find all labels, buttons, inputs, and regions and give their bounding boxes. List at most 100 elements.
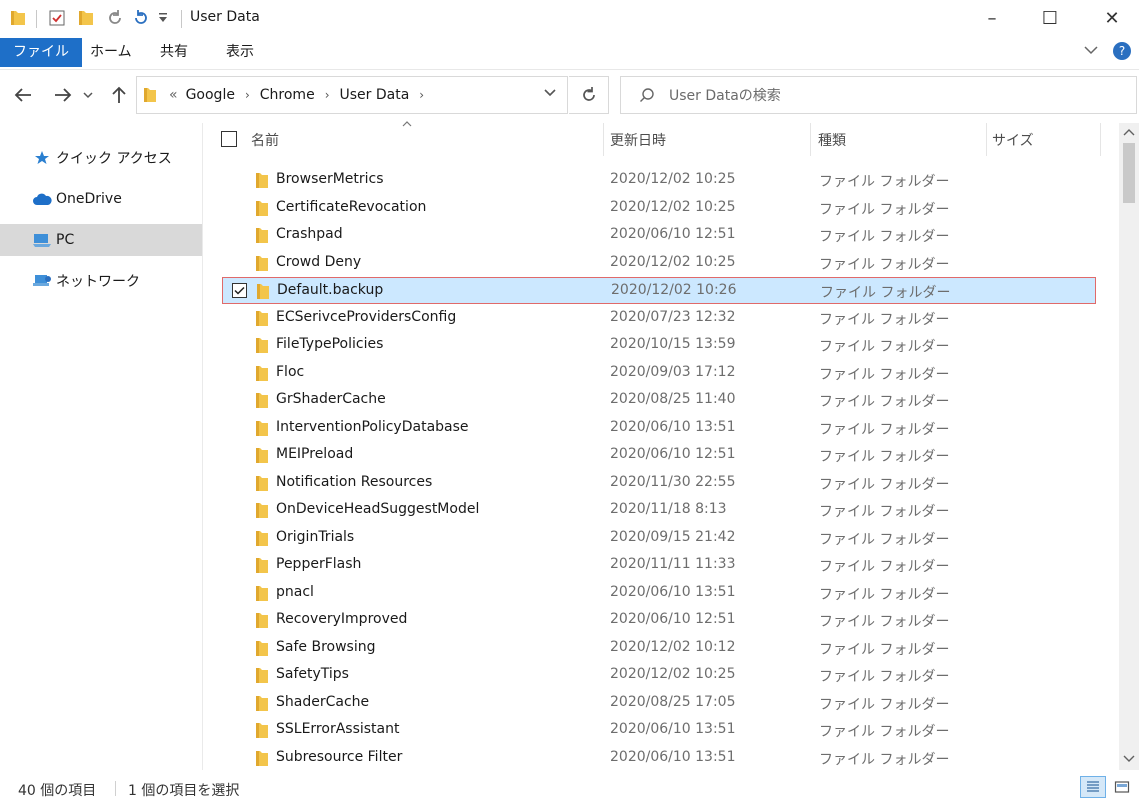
address-history-icon[interactable]	[543, 86, 557, 102]
details-view-button[interactable]	[1080, 776, 1106, 798]
file-row[interactable]: OnDeviceHeadSuggestModel 2020/11/18 8:13 フ…	[222, 497, 1096, 524]
file-date: 2020/06/10 12:51	[610, 611, 736, 627]
breadcrumb-chrome[interactable]: Chrome	[256, 87, 319, 103]
redo-icon[interactable]	[106, 9, 124, 31]
tab-view[interactable]: 表示	[212, 38, 268, 67]
file-type: ファイル フォルダー	[819, 724, 950, 740]
tab-home[interactable]: ホーム	[76, 38, 146, 67]
file-name[interactable]: pnacl	[276, 584, 314, 600]
file-name[interactable]: Crowd Deny	[276, 254, 361, 270]
file-name[interactable]: PepperFlash	[276, 556, 361, 572]
file-row[interactable]: Floc 2020/09/03 17:12 ファイル フォルダー	[222, 360, 1096, 387]
file-name[interactable]: Safe Browsing	[276, 639, 375, 655]
file-name[interactable]: SafetyTips	[276, 666, 349, 682]
breadcrumb-overflow[interactable]: «	[165, 87, 182, 103]
search-input[interactable]: User Dataの検索	[669, 85, 781, 105]
file-name[interactable]: ECSerivceProvidersConfig	[276, 309, 456, 325]
file-date: 2020/06/10 13:51	[610, 748, 736, 765]
close-button[interactable]: ✕	[1089, 0, 1135, 36]
file-name[interactable]: Notification Resources	[276, 474, 432, 490]
address-bar[interactable]: « Google › Chrome › User Data ›	[136, 76, 568, 114]
file-name[interactable]: BrowserMetrics	[276, 171, 384, 187]
file-row[interactable]: SafetyTips 2020/12/02 10:25 ファイル フォルダー	[222, 662, 1096, 689]
file-row[interactable]: Safe Browsing 2020/12/02 10:12 ファイル フォルダー	[222, 635, 1096, 662]
recent-locations-button[interactable]	[80, 82, 96, 108]
help-icon[interactable]: ?	[1113, 42, 1131, 60]
customize-toolbar-icon[interactable]	[158, 12, 168, 28]
chevron-right-icon[interactable]: ›	[239, 88, 256, 102]
file-name[interactable]: GrShaderCache	[276, 391, 386, 407]
row-checkbox[interactable]	[232, 283, 247, 298]
file-name[interactable]: OnDeviceHeadSuggestModel	[276, 501, 479, 517]
file-name[interactable]: InterventionPolicyDatabase	[276, 419, 469, 435]
file-row[interactable]: SSLErrorAssistant 2020/06/10 13:51 ファイル フォ…	[222, 717, 1096, 744]
close-icon: ✕	[1104, 7, 1120, 29]
column-header-date[interactable]: 更新日時	[610, 123, 810, 156]
column-header-type[interactable]: 種類	[818, 123, 986, 156]
scroll-up-icon[interactable]	[1123, 128, 1135, 139]
file-name[interactable]: Default.backup	[277, 282, 383, 298]
file-row[interactable]: InterventionPolicyDatabase 2020/06/10 13:…	[222, 415, 1096, 442]
back-button[interactable]	[10, 82, 36, 108]
status-bar: 40 個の項目 1 個の項目を選択	[0, 776, 1139, 800]
tab-share[interactable]: 共有	[146, 38, 202, 67]
file-name[interactable]: Crashpad	[276, 226, 343, 242]
file-name[interactable]: Subresource Filter	[276, 749, 402, 765]
scroll-thumb[interactable]	[1123, 143, 1135, 203]
file-name[interactable]: SSLErrorAssistant	[276, 721, 399, 737]
file-name[interactable]: Floc	[276, 364, 304, 380]
file-row[interactable]: BrowserMetrics 2020/12/02 10:25 ファイル フォルダー	[222, 167, 1096, 194]
search-box[interactable]: User Dataの検索	[620, 76, 1137, 114]
breadcrumb-google[interactable]: Google	[182, 87, 239, 103]
file-name[interactable]: FileTypePolicies	[276, 336, 383, 352]
file-row[interactable]: pnacl 2020/06/10 13:51 ファイル フォルダー	[222, 580, 1096, 607]
properties-icon[interactable]	[48, 9, 66, 31]
new-folder-icon[interactable]	[78, 9, 94, 31]
file-type: ファイル フォルダー	[819, 201, 950, 218]
sidebar-item-onedrive[interactable]: OneDrive	[0, 183, 202, 215]
column-header-size[interactable]: サイズ	[992, 123, 1092, 156]
file-name[interactable]: CertificateRevocation	[276, 199, 426, 215]
file-name[interactable]: OriginTrials	[276, 529, 354, 545]
vertical-scrollbar[interactable]	[1119, 123, 1139, 770]
large-icons-view-button[interactable]	[1109, 776, 1135, 798]
file-row[interactable]: Subresource Filter 2020/06/10 13:51 ファイル フ…	[222, 745, 1096, 772]
file-date: 2020/11/30 22:55	[610, 473, 736, 490]
up-button[interactable]	[106, 82, 132, 108]
file-name[interactable]: MEIPreload	[276, 446, 353, 462]
sidebar-item-pc[interactable]: PC	[0, 224, 202, 256]
file-row[interactable]: GrShaderCache 2020/08/25 11:40 ファイル フォルダー	[222, 387, 1096, 414]
file-row[interactable]: ECSerivceProvidersConfig 2020/07/23 12:32…	[222, 305, 1096, 332]
tab-file[interactable]: ファイル	[0, 38, 82, 67]
file-row[interactable]: MEIPreload 2020/06/10 12:51 ファイル フォルダー	[222, 442, 1096, 469]
minimize-button[interactable]: –	[969, 0, 1015, 36]
maximize-button[interactable]: ☐	[1027, 0, 1073, 36]
column-header-name[interactable]: 名前	[251, 123, 601, 156]
file-row[interactable]: OriginTrials 2020/09/15 21:42 ファイル フォルダー	[222, 525, 1096, 552]
file-row[interactable]: CertificateRevocation 2020/12/02 10:25 ファイ…	[222, 195, 1096, 222]
file-row[interactable]: FileTypePolicies 2020/10/15 13:59 ファイル フォル…	[222, 332, 1096, 359]
file-row[interactable]: Crashpad 2020/06/10 12:51 ファイル フォルダー	[222, 222, 1096, 249]
file-name[interactable]: RecoveryImproved	[276, 611, 407, 627]
file-row[interactable]: Crowd Deny 2020/12/02 10:25 ファイル フォルダー	[222, 250, 1096, 277]
sidebar-item-quick-access[interactable]: クイック アクセス	[0, 142, 202, 174]
sidebar-item-network[interactable]: ネットワーク	[0, 265, 202, 297]
undo-icon[interactable]	[132, 9, 150, 31]
file-name[interactable]: ShaderCache	[276, 694, 369, 710]
chevron-right-icon[interactable]: ›	[413, 88, 430, 102]
sidebar-item-label: ネットワーク	[56, 274, 140, 290]
forward-button[interactable]	[50, 82, 76, 108]
file-row[interactable]: Default.backup 2020/12/02 10:26 ファイル フォルダー	[222, 277, 1096, 304]
refresh-button[interactable]	[569, 76, 609, 114]
item-count: 40 個の項目	[18, 783, 97, 799]
file-row[interactable]: PepperFlash 2020/11/11 11:33 ファイル フォルダー	[222, 552, 1096, 579]
minimize-icon: –	[987, 7, 997, 29]
select-all-checkbox[interactable]	[221, 131, 237, 147]
file-row[interactable]: ShaderCache 2020/08/25 17:05 ファイル フォルダー	[222, 690, 1096, 717]
scroll-down-icon[interactable]	[1123, 755, 1135, 766]
expand-ribbon-icon[interactable]	[1083, 43, 1099, 59]
file-row[interactable]: RecoveryImproved 2020/06/10 12:51 ファイル フォル…	[222, 607, 1096, 634]
file-row[interactable]: Notification Resources 2020/11/30 22:55 ファ…	[222, 470, 1096, 497]
breadcrumb-user-data[interactable]: User Data	[336, 87, 414, 103]
chevron-right-icon[interactable]: ›	[319, 88, 336, 102]
